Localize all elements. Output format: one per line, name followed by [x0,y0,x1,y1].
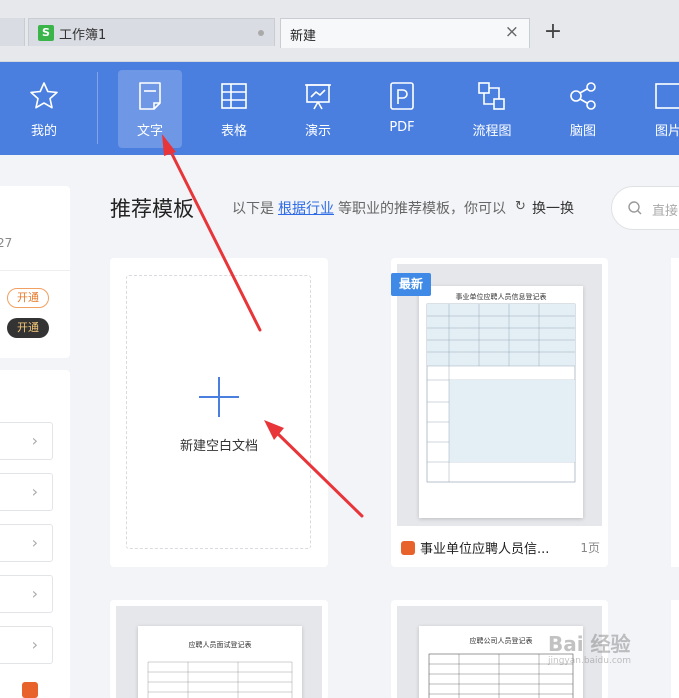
arrow-to-writer-icon [166,144,262,332]
annotation-arrows [162,134,364,518]
arrowhead-icon [162,134,176,156]
arrow-to-new-document-icon [272,428,364,518]
app-window: S 工作簿1 新建 × + 我的 文字 表格 演示 PDF 流程图 脑图 图片 … [0,0,679,698]
